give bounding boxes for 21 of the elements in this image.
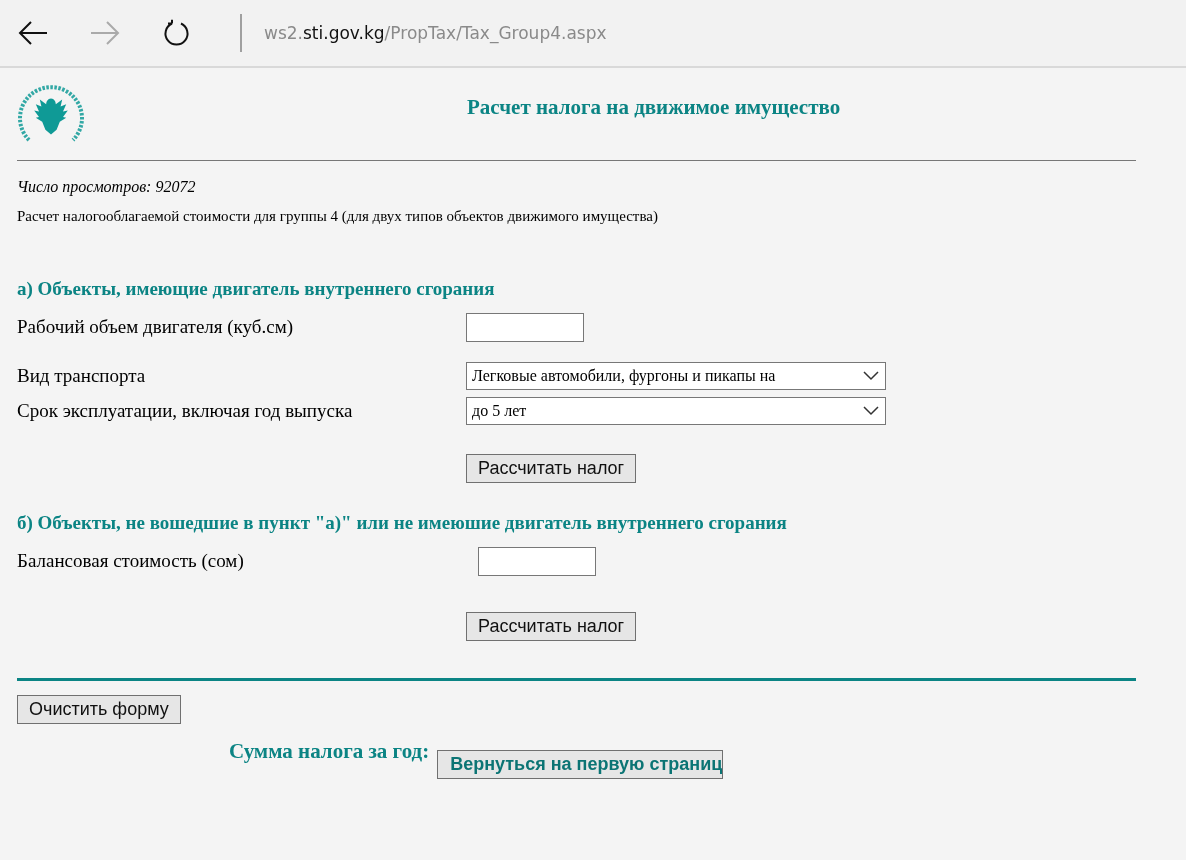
page-title: Расчет налога на движимое имущество <box>467 94 841 120</box>
clear-form-button[interactable]: Очистить форму <box>17 695 181 724</box>
dropdown[interactable]: до 5 лет <box>466 397 886 425</box>
tax-sum-label: Сумма налога за год: <box>229 739 430 764</box>
chevron-down-icon <box>863 406 879 416</box>
field-label: Вид транспорта <box>17 365 147 387</box>
section-heading: б) Объекты, не вошедшие в пункт "а)" или не имеюшие двигатель внутреннего сгорания <box>17 512 788 534</box>
description: Расчет налогооблагаемой стоимости для группы 4 (для двух типов объектов движимого имущества) <box>17 208 659 225</box>
chevron-down-icon <box>863 371 879 381</box>
input-field[interactable] <box>466 312 584 342</box>
address-bar[interactable]: ws2.sti.gov.kg/PropTax/Tax_Group4.aspx <box>264 23 607 43</box>
field-label: Рабочий объем двигателя (куб.см) <box>17 316 295 338</box>
input-field[interactable] <box>478 546 596 576</box>
return-button[interactable]: Вернуться на первую страниц <box>437 750 724 779</box>
calculate-button[interactable]: Рассчитать налог <box>466 612 637 641</box>
calculate-button[interactable]: Рассчитать налог <box>466 454 637 483</box>
view-count: Число просмотров: 92072 <box>17 178 197 196</box>
field-label: Балансовая стоимость (сом) <box>17 550 245 572</box>
field-label: Срок эксплуатации, включая год выпуска <box>17 400 354 422</box>
section-heading: а) Объекты, имеющие двигатель внутреннего сгорания <box>17 278 496 300</box>
dropdown[interactable]: Легковые автомобили, фургоны и пикапы на <box>466 362 886 390</box>
